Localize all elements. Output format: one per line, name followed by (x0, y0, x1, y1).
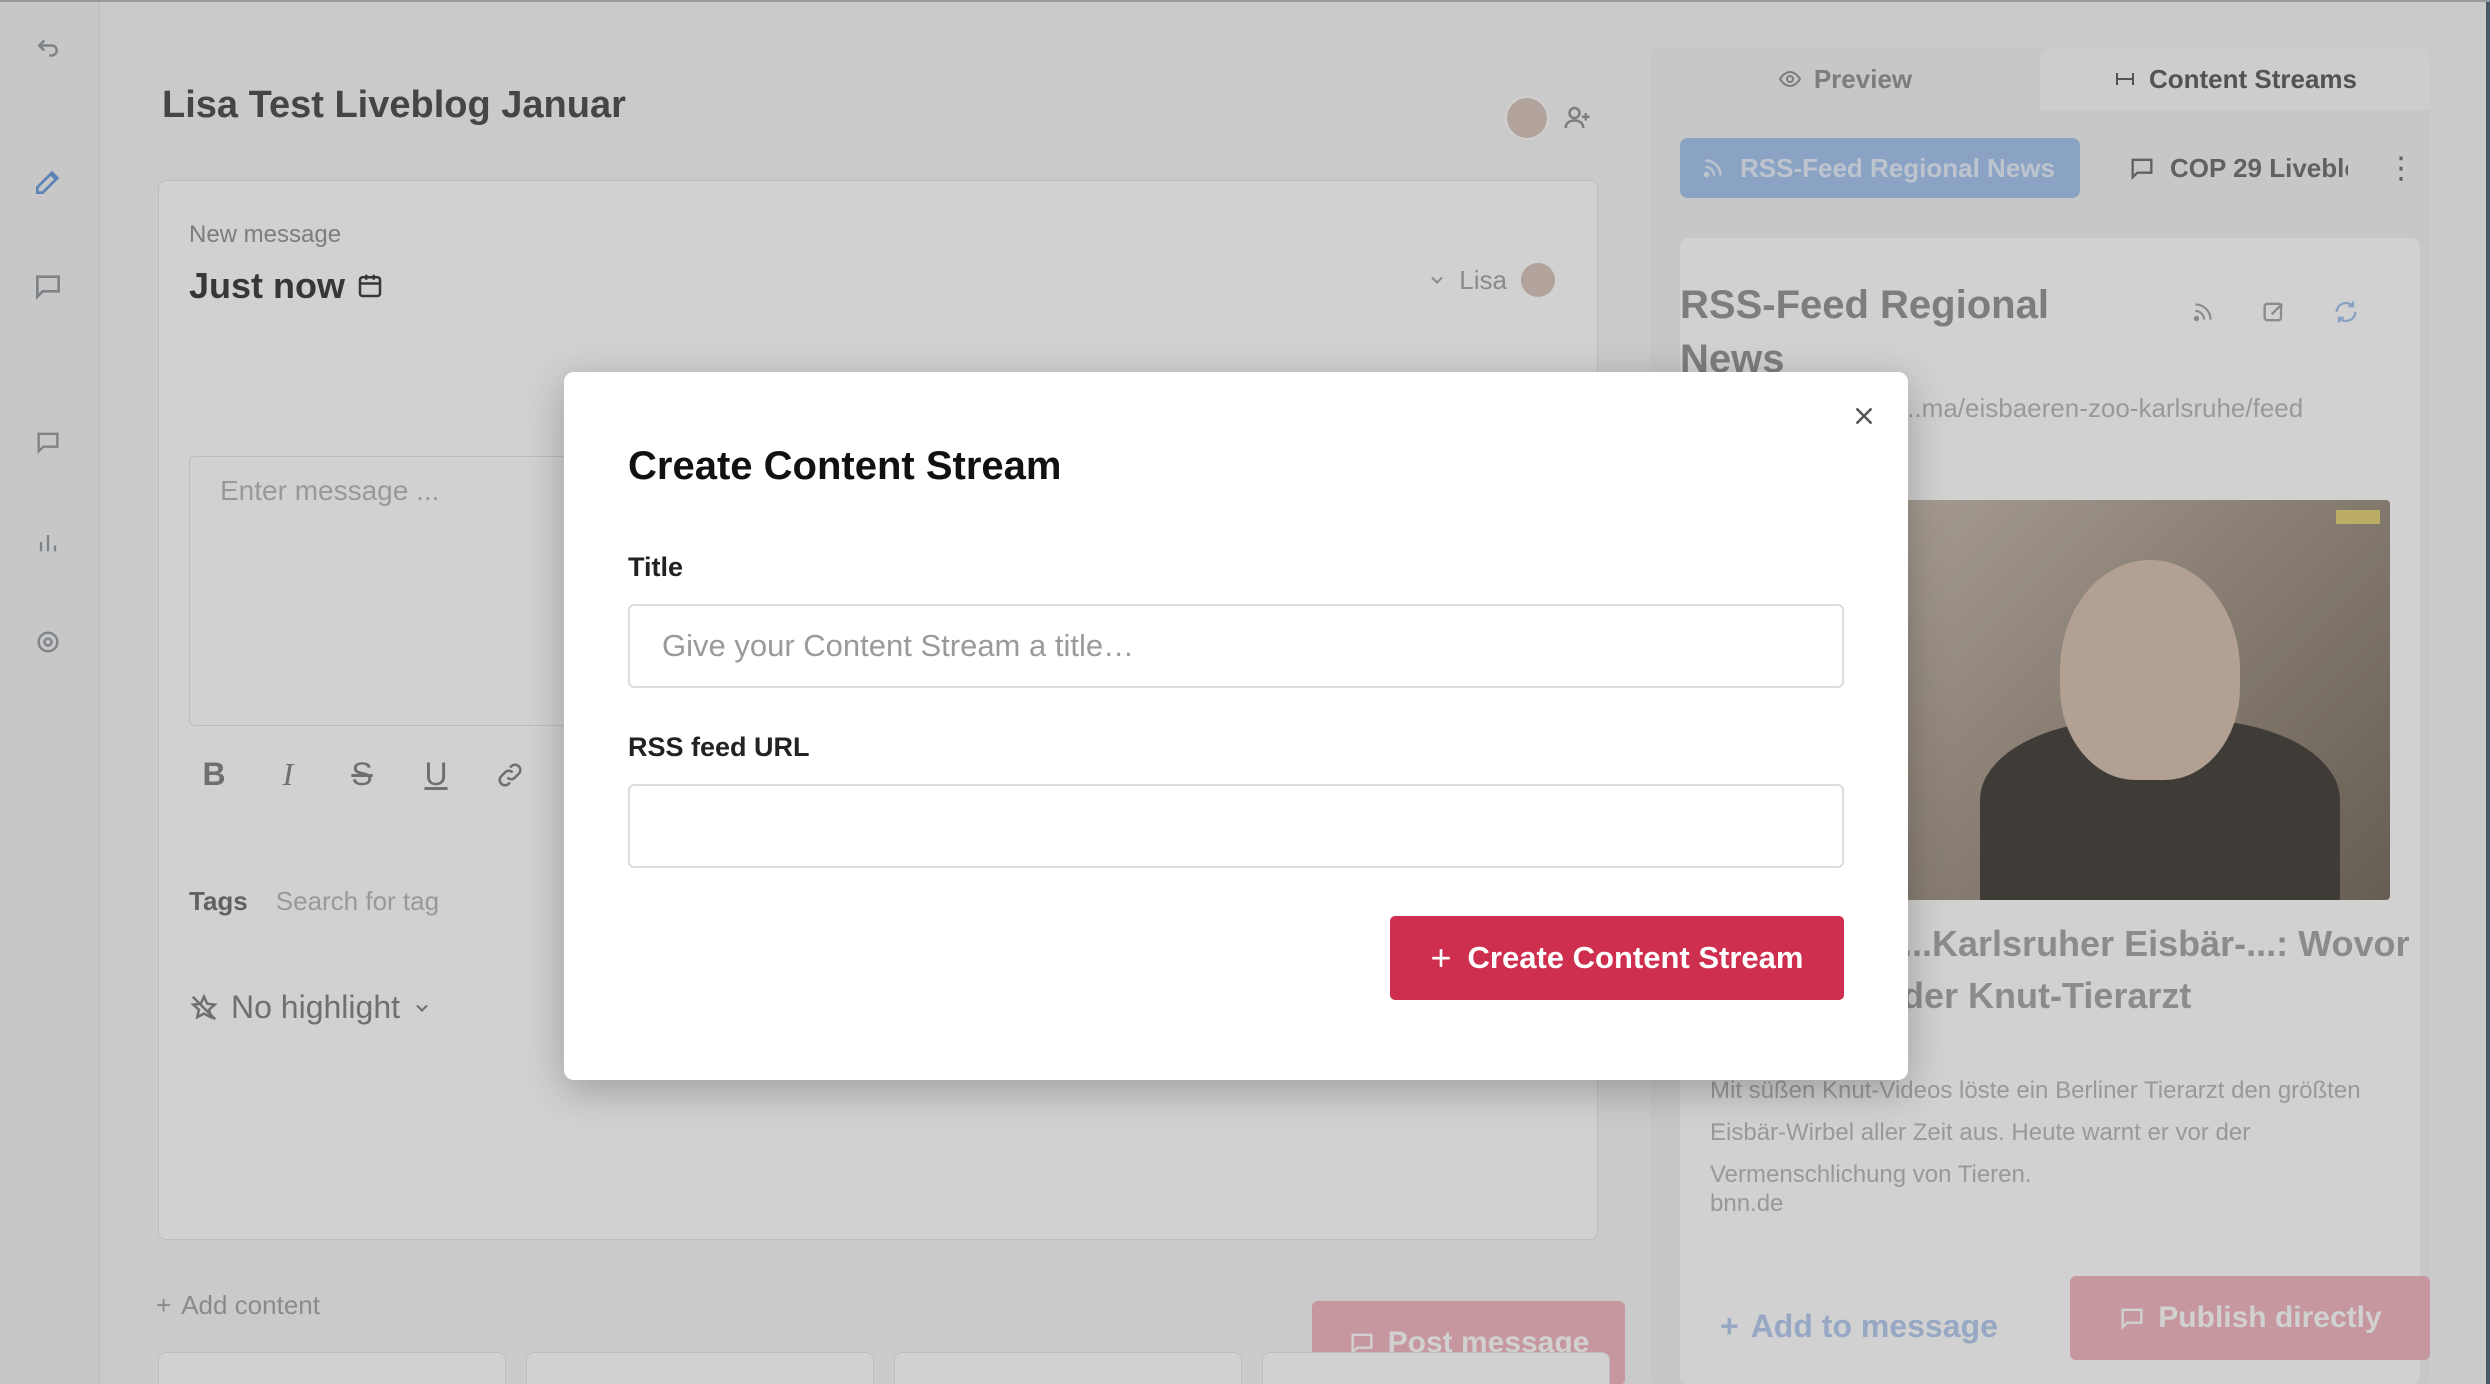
window-top-border (0, 0, 2490, 2)
create-content-stream-label: Create Content Stream (1467, 940, 1804, 975)
dialog-title: Create Content Stream (628, 444, 1062, 488)
close-icon[interactable] (1844, 396, 1884, 436)
rss-url-field-label: RSS feed URL (628, 732, 810, 762)
plus-icon: + (1430, 937, 1452, 978)
rss-url-input[interactable] (628, 784, 1844, 868)
title-input[interactable] (628, 604, 1844, 688)
title-field-label: Title (628, 552, 684, 582)
create-content-stream-button[interactable]: + Create Content Stream (1390, 916, 1844, 1000)
create-content-stream-dialog: Create Content Stream Title RSS feed URL… (564, 372, 1908, 1080)
